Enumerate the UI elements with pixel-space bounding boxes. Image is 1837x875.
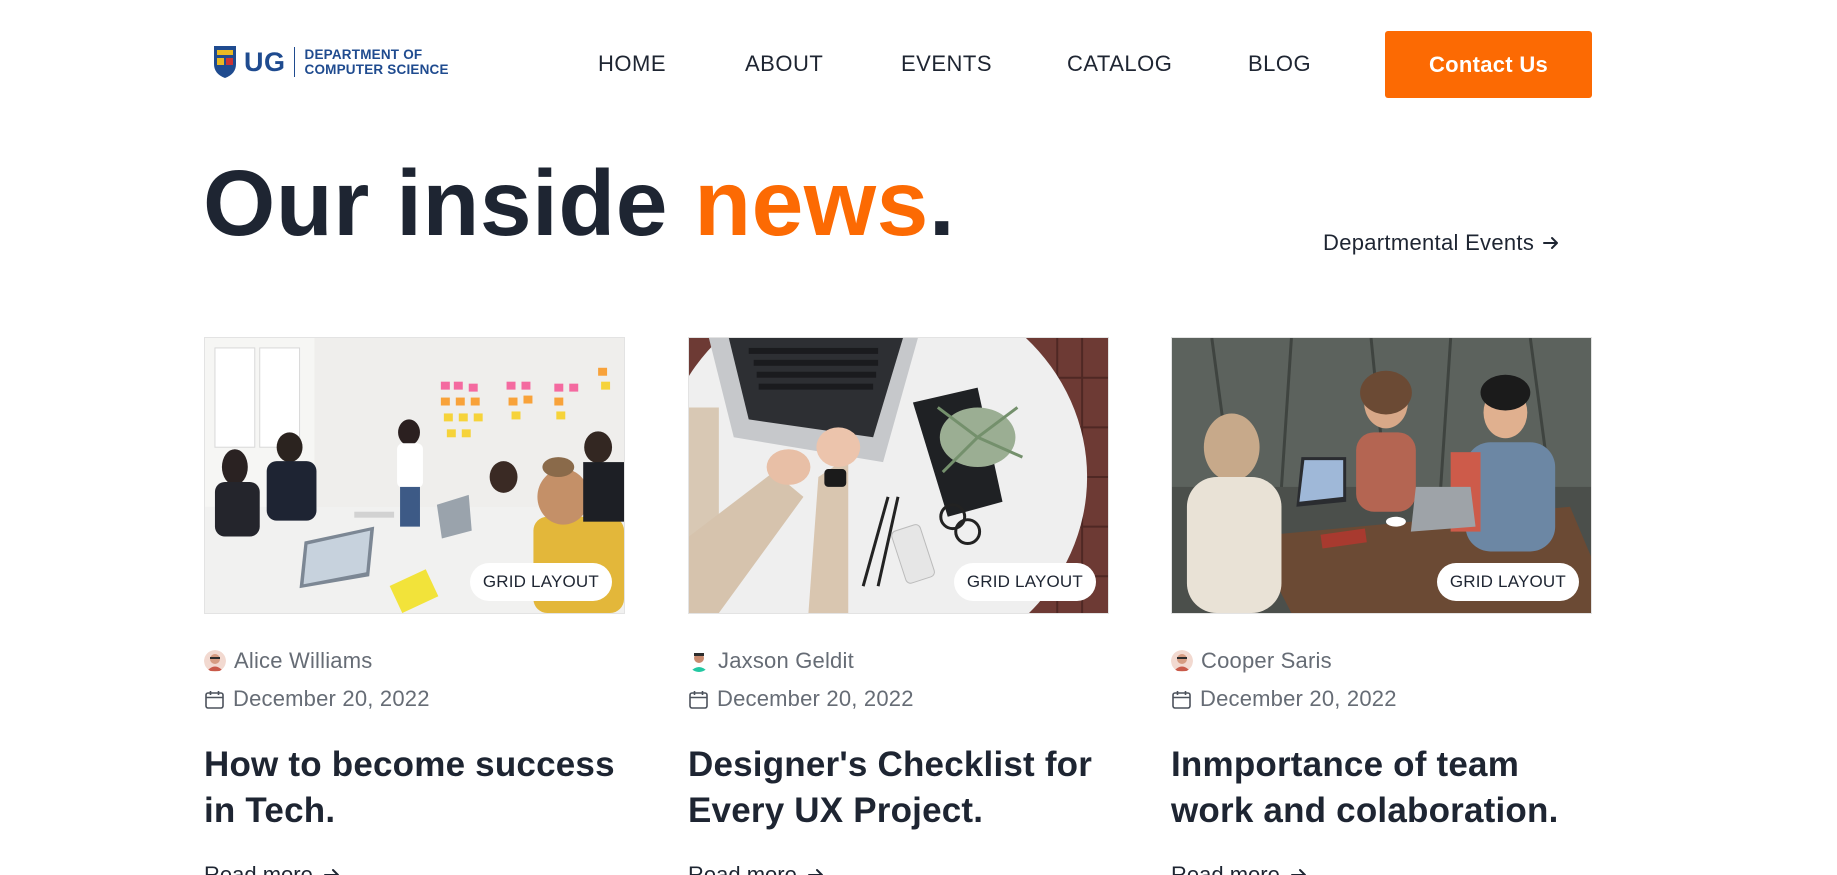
arrow-right-icon [1290, 869, 1306, 875]
author-name[interactable]: Jaxson Geldit [718, 648, 854, 674]
calendar-icon [689, 690, 708, 709]
post-meta: Cooper Saris December 20, 2022 [1171, 648, 1592, 712]
read-more-label: Read more [688, 862, 797, 875]
page-title: Our inside news. [203, 148, 955, 258]
title-accent: news [694, 151, 929, 255]
arrow-right-icon [807, 869, 823, 875]
category-tag[interactable]: GRID LAYOUT [953, 563, 1096, 601]
author-row: Alice Williams [204, 648, 625, 674]
logo-line-2: COMPUTER SCIENCE [304, 62, 449, 77]
calendar-icon [205, 690, 224, 709]
nav-events[interactable]: EVENTS [901, 50, 992, 78]
post-meta: Alice Williams December 20, 2022 [204, 648, 625, 712]
nav-blog[interactable]: BLOG [1248, 50, 1311, 78]
read-more-link[interactable]: Read more [1171, 862, 1592, 875]
calendar-icon [1172, 690, 1191, 709]
category-tag[interactable]: GRID LAYOUT [469, 563, 612, 601]
arrow-right-icon [323, 869, 339, 875]
logo-department-name: DEPARTMENT OF COMPUTER SCIENCE [301, 47, 449, 77]
read-more-link[interactable]: Read more [688, 862, 1109, 875]
author-name[interactable]: Alice Williams [234, 648, 372, 674]
logo-line-1: DEPARTMENT OF [304, 47, 423, 62]
departmental-events-label: Departmental Events [1323, 230, 1535, 255]
post-date: December 20, 2022 [233, 686, 430, 711]
title-part-1: Our inside [203, 151, 695, 255]
nav-about[interactable]: ABOUT [745, 50, 823, 78]
post-meta: Jaxson Geldit December 20, 2022 [688, 648, 1109, 712]
author-row: Jaxson Geldit [688, 648, 1109, 674]
departmental-events-link[interactable]: Departmental Events [1323, 230, 1560, 256]
post-image-laptop[interactable]: GRID LAYOUT [688, 337, 1109, 614]
post-title[interactable]: How to become success in Tech. [204, 742, 625, 834]
page: UG DEPARTMENT OF COMPUTER SCIENCE HOME A… [0, 0, 1837, 875]
date-row: December 20, 2022 [1171, 686, 1592, 712]
post-title[interactable]: Designer's Checklist for Every UX Projec… [688, 742, 1109, 834]
university-crest-icon [214, 46, 236, 78]
date-row: December 20, 2022 [688, 686, 1109, 712]
author-name[interactable]: Cooper Saris [1201, 648, 1332, 674]
author-avatar [688, 650, 710, 672]
post-image-meeting[interactable]: GRID LAYOUT [204, 337, 625, 614]
title-end: . [928, 151, 956, 255]
author-avatar [1171, 650, 1193, 672]
nav-home[interactable]: HOME [598, 50, 666, 78]
post-card[interactable]: GRID LAYOUT Cooper Saris December 20, 20… [1171, 337, 1592, 875]
category-tag[interactable]: GRID LAYOUT [1436, 563, 1579, 601]
arrow-right-icon [1543, 237, 1559, 249]
read-more-label: Read more [1171, 862, 1280, 875]
post-card[interactable]: GRID LAYOUT Alice Williams December 20, … [204, 337, 625, 875]
author-avatar [204, 650, 226, 672]
post-date: December 20, 2022 [1200, 686, 1397, 711]
read-more-label: Read more [204, 862, 313, 875]
site-logo[interactable]: UG DEPARTMENT OF COMPUTER SCIENCE [212, 44, 449, 80]
post-title[interactable]: Inmportance of team work and colaboratio… [1171, 742, 1592, 834]
post-card[interactable]: GRID LAYOUT Jaxson Geldit December 20, 2… [688, 337, 1109, 875]
post-image-team[interactable]: GRID LAYOUT [1171, 337, 1592, 614]
nav-catalog[interactable]: CATALOG [1067, 50, 1172, 78]
date-row: December 20, 2022 [204, 686, 625, 712]
read-more-link[interactable]: Read more [204, 862, 625, 875]
post-date: December 20, 2022 [717, 686, 914, 711]
contact-us-button[interactable]: Contact Us [1385, 31, 1592, 98]
author-row: Cooper Saris [1171, 648, 1592, 674]
logo-short-name: UG [244, 47, 295, 77]
